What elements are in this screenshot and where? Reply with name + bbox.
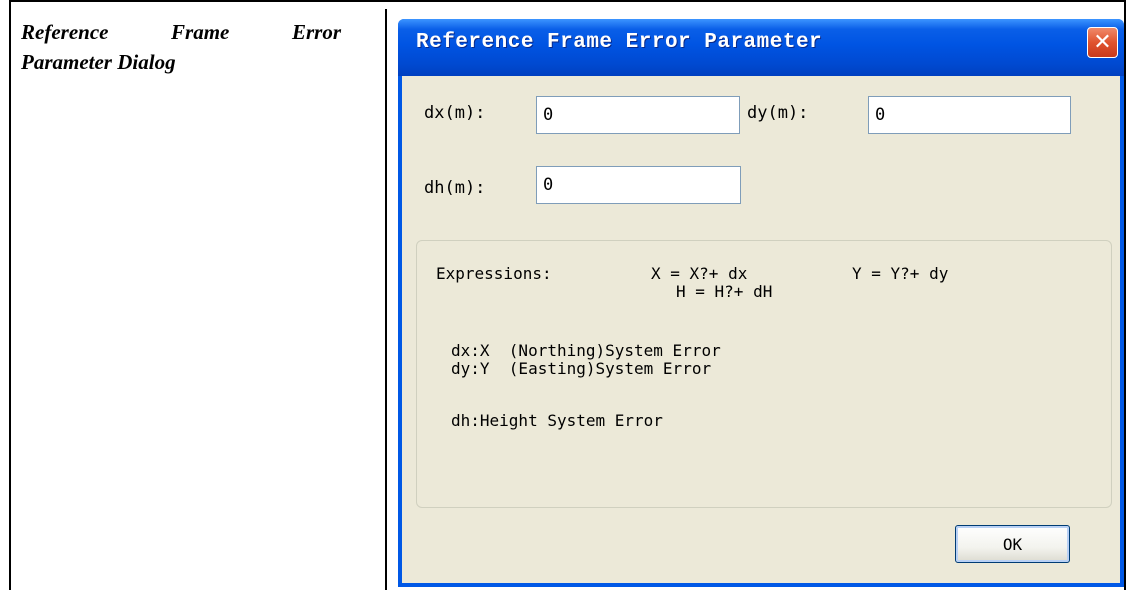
caption-word: Reference: [21, 20, 109, 44]
caption-line-2: Parameter Dialog: [21, 50, 176, 74]
table-column-divider: [385, 9, 387, 590]
dialog-titlebar[interactable]: Reference Frame Error Parameter ✕: [398, 19, 1124, 76]
caption-word: Frame: [171, 20, 230, 44]
dy-label: dy(m):: [747, 103, 809, 123]
dx-label: dx(m):: [424, 103, 486, 123]
caption-word: Error: [291, 20, 341, 44]
reference-frame-error-dialog: Reference Frame Error Parameter ✕ dx(m):…: [398, 19, 1124, 587]
close-button[interactable]: ✕: [1087, 27, 1118, 58]
x-expression: X = X?+ dx: [651, 264, 748, 283]
dh-label: dh(m):: [424, 178, 486, 198]
close-icon: ✕: [1093, 30, 1112, 55]
dx-description: dx:X (Northing)System Error: [451, 341, 721, 360]
y-expression: Y = Y?+ dy: [852, 264, 949, 283]
dy-field[interactable]: [868, 96, 1071, 134]
dialog-title: Reference Frame Error Parameter: [416, 31, 823, 54]
figure-caption: Reference Frame Error Parameter Dialog: [21, 17, 341, 77]
dh-description: dh:Height System Error: [451, 411, 663, 430]
caption-line-1: Reference Frame Error: [21, 17, 341, 47]
ok-button[interactable]: OK: [955, 525, 1070, 563]
h-expression: H = H?+ dH: [676, 282, 773, 301]
dx-field[interactable]: [536, 96, 740, 134]
expressions-heading: Expressions:: [436, 264, 552, 283]
dy-description: dy:Y (Easting)System Error: [451, 359, 712, 378]
dialog-client-area: dx(m): dy(m): dh(m): Expressions: X = X?…: [402, 76, 1120, 583]
dh-field[interactable]: [536, 166, 741, 204]
